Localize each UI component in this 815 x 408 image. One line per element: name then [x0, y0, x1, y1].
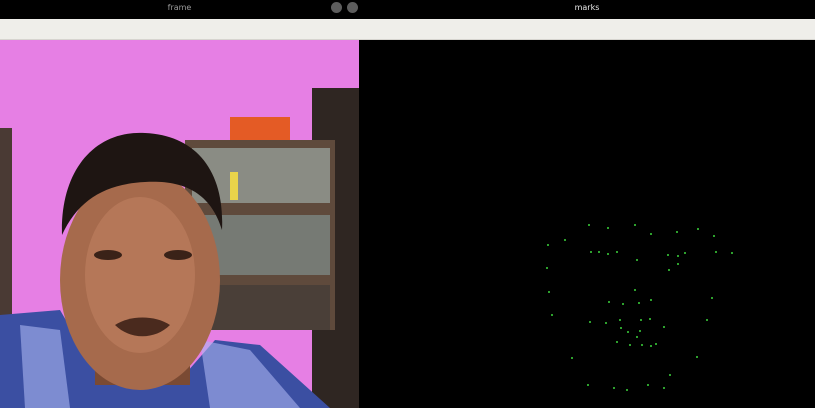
landmark-point — [650, 233, 652, 235]
camera-scene — [0, 40, 359, 408]
landmark-point — [551, 314, 553, 316]
landmark-point — [605, 322, 607, 324]
landmark-point — [713, 235, 715, 237]
landmark-point — [616, 251, 618, 253]
landmark-point — [587, 384, 589, 386]
landmark-point — [546, 267, 548, 269]
frame-window[interactable]: frame — [0, 0, 359, 408]
landmark-point — [663, 387, 665, 389]
landmark-point — [677, 263, 679, 265]
landmark-point — [629, 344, 631, 346]
landmark-point — [711, 297, 713, 299]
frame-window-title: frame — [167, 3, 192, 12]
landmark-point — [663, 326, 665, 328]
landmark-points — [546, 224, 733, 391]
landmark-point — [650, 345, 652, 347]
landmark-point — [696, 356, 698, 358]
landmark-point — [677, 255, 679, 257]
landmark-point — [590, 251, 592, 253]
landmark-point — [616, 341, 618, 343]
landmark-point — [647, 384, 649, 386]
landmark-point — [619, 319, 621, 321]
landmark-point — [564, 239, 566, 241]
landmark-point — [613, 387, 615, 389]
landmark-point — [571, 357, 573, 359]
landmark-point — [620, 327, 622, 329]
landmark-point — [607, 253, 609, 255]
marks-toolbar — [359, 19, 815, 40]
landmark-point — [667, 254, 669, 256]
landmark-point — [589, 321, 591, 323]
landmark-point — [706, 319, 708, 321]
landmark-point — [608, 301, 610, 303]
landmark-point — [715, 251, 717, 253]
frame-toolbar — [0, 19, 359, 40]
landmark-point — [649, 318, 651, 320]
landmark-point — [697, 228, 699, 230]
landmark-point — [622, 303, 624, 305]
landmark-point — [627, 331, 629, 333]
landmark-point — [626, 389, 628, 391]
landmark-point — [548, 291, 550, 293]
landmark-point — [639, 330, 641, 332]
landmark-point — [669, 374, 671, 376]
close-icon[interactable] — [347, 2, 358, 13]
frame-titlebar[interactable]: frame — [0, 0, 359, 19]
marks-window[interactable]: marks — [359, 0, 815, 408]
landmark-point — [684, 252, 686, 254]
landmark-point — [607, 227, 609, 229]
marks-titlebar[interactable]: marks — [359, 0, 815, 19]
landmark-point — [547, 244, 549, 246]
landmark-point — [636, 259, 638, 261]
camera-frame-image — [0, 40, 359, 408]
marks-window-title: marks — [574, 3, 600, 12]
landmarks-canvas — [359, 40, 815, 408]
landmark-point — [668, 269, 670, 271]
minimize-icon[interactable] — [331, 2, 342, 13]
landmark-point — [640, 319, 642, 321]
landmark-point — [588, 224, 590, 226]
landmark-point — [655, 343, 657, 345]
landmark-point — [636, 336, 638, 338]
landmark-point — [676, 231, 678, 233]
landmark-point — [634, 289, 636, 291]
landmark-point — [641, 344, 643, 346]
landmark-point — [634, 224, 636, 226]
landmark-point — [638, 302, 640, 304]
landmark-point — [731, 252, 733, 254]
landmark-point — [650, 299, 652, 301]
landmark-point — [598, 251, 600, 253]
